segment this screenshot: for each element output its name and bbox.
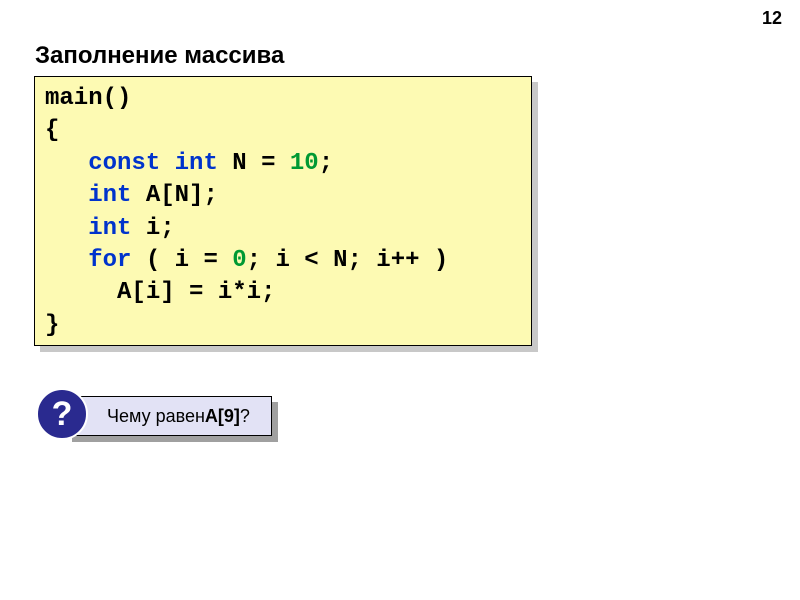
keyword-int: int	[175, 150, 218, 177]
code-line-8: }	[45, 312, 59, 339]
question-text-bold: A[9]	[205, 406, 240, 427]
slide-title: Заполнение массива	[35, 42, 284, 70]
code-line-1: main()	[45, 85, 131, 112]
code-for-rest: ; i < N; i++ )	[247, 247, 449, 274]
page-number: 12	[762, 8, 782, 29]
code-eq: =	[247, 150, 290, 177]
keyword-int: int	[88, 215, 131, 242]
question-mark: ?	[52, 395, 73, 434]
code-for-open: ( i =	[131, 247, 232, 274]
code-line-3-indent	[45, 150, 88, 177]
code-sp	[160, 150, 174, 177]
question-box: Чему равен A[9]?	[66, 396, 272, 436]
keyword-for: for	[88, 247, 131, 274]
number-0: 0	[232, 247, 246, 274]
number-10: 10	[290, 150, 319, 177]
code-line-7: A[i] = i*i;	[45, 279, 275, 306]
question-text-pre: Чему равен	[107, 406, 205, 427]
question-mark-icon: ?	[36, 388, 88, 440]
code-line-4-indent	[45, 182, 88, 209]
code-rest-5: i;	[131, 215, 174, 242]
code-block: main() { const int N = 10; int A[N]; int…	[34, 76, 532, 346]
code-rest-4: A[N];	[131, 182, 217, 209]
code-line-2: {	[45, 117, 59, 144]
code-semi: ;	[319, 150, 333, 177]
question-text-post: ?	[240, 406, 250, 427]
code-line-5-indent	[45, 215, 88, 242]
keyword-int: int	[88, 182, 131, 209]
keyword-const: const	[88, 150, 160, 177]
code-var-n: N	[218, 150, 247, 177]
code-line-6-indent	[45, 247, 88, 274]
